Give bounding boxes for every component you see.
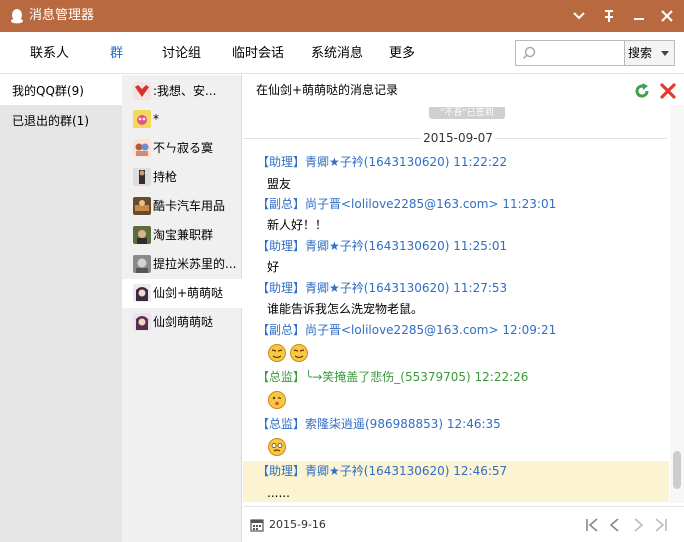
group-avatar [133,82,151,100]
message-header: 【助理】青卿★子衿(1643130620) 12:46:57 [257,464,508,478]
group-item[interactable]: 淘宝兼职群 [122,221,242,250]
left-nav-exited-groups[interactable]: 已退出的群(1) [0,105,122,135]
title-bar: 消息管理器 [0,0,684,32]
scrollbar[interactable] [670,105,684,503]
scrollbar-thumb[interactable] [673,451,681,489]
message-history-panel: 在仙剑+萌萌哒的消息记录 "不吾"已签到 2015-09-07 【助理】青卿★子… [243,75,684,542]
signin-notice: "不吾"已签到 [429,107,505,119]
group-name: :我想、安... [153,84,217,98]
message-header: 【副总】尚子晋<lolilove2285@163.com> 12:09:21 [257,323,557,337]
left-nav: 我的QQ群(9) 已退出的群(1) [0,75,122,542]
search-button[interactable]: 搜索 [625,40,675,66]
nav-bar: 联系人 群 讨论组 临时会话 系统消息 更多 搜索 [0,32,684,74]
emoji-icon [268,344,286,362]
close-icon[interactable] [657,6,677,26]
history-footer: 2015-9-16 [243,506,684,542]
group-name: 持枪 [153,170,178,184]
next-page-icon[interactable] [630,517,646,533]
group-item[interactable]: 不ㄣ寂る寞 [122,134,242,163]
group-avatar [133,284,151,302]
group-avatar [133,255,151,273]
tab-system-messages[interactable]: 系统消息 [311,46,363,62]
tab-discussions[interactable]: 讨论组 [162,46,201,62]
message-header: 【助理】青卿★子衿(1643130620) 11:25:01 [257,239,508,253]
tab-groups[interactable]: 群 [110,46,123,62]
divider [495,138,667,139]
group-item[interactable]: 提拉米苏里的... [122,250,242,279]
date-label: 2015-09-07 [423,131,493,145]
group-avatar [133,226,151,244]
group-name: * [153,112,159,126]
group-avatar [133,110,151,128]
group-name: 提拉米苏里的... [153,257,237,271]
tab-contacts[interactable]: 联系人 [30,46,69,62]
prev-page-icon[interactable] [607,517,623,533]
group-item[interactable]: 仙剑萌萌哒 [122,308,242,337]
emoji-icon [268,438,286,456]
message-list: "不吾"已签到 2015-09-07 【助理】青卿★子衿(1643130620)… [243,75,669,505]
window-title: 消息管理器 [29,8,95,23]
message-body: 新人好！！ [267,218,328,232]
group-item[interactable]: :我想、安... [122,77,242,106]
last-page-icon[interactable] [653,517,669,533]
minimize-icon[interactable] [629,6,649,26]
emoji-icon [290,344,308,362]
message-header: 【助理】青卿★子衿(1643130620) 11:22:22 [257,155,508,169]
divider [243,138,421,139]
group-avatar [133,168,151,186]
date-separator: 2015-09-07 [243,128,667,148]
search-box[interactable] [515,40,625,66]
group-name: 仙剑+萌萌哒 [153,286,224,300]
left-nav-my-groups[interactable]: 我的QQ群(9) [0,75,122,105]
group-list: :我想、安... * 不ㄣ寂る寞 持枪 酷卡汽车用品 淘宝兼职群 提拉米苏里的.… [122,75,242,542]
group-avatar [133,139,151,157]
group-name: 不ㄣ寂る寞 [153,141,214,155]
emoji-icon [268,391,286,409]
chevron-down-icon[interactable] [661,51,669,56]
message-body: 好 [267,260,280,274]
footer-date[interactable]: 2015-9-16 [269,518,326,532]
group-item[interactable]: 酷卡汽车用品 [122,192,242,221]
group-name: 淘宝兼职群 [153,228,214,242]
search-input[interactable] [540,44,620,62]
tab-more[interactable]: 更多 [389,46,415,62]
group-item[interactable]: 持枪 [122,163,242,192]
qq-penguin-icon [11,9,23,24]
group-item-selected[interactable]: 仙剑+萌萌哒 [122,279,242,308]
group-avatar [133,197,151,215]
message-header: 【总监】╰→笑掩盖了悲伤_(55379705) 12:22:26 [257,370,529,384]
calendar-icon[interactable] [250,518,264,532]
message-body: ...... [267,486,290,500]
group-avatar [133,313,151,331]
message-body: 谁能告诉我怎么洗宠物老鼠。 [267,302,424,316]
message-header: 【副总】尚子晋<lolilove2285@163.com> 11:23:01 [257,197,557,211]
group-name: 仙剑萌萌哒 [153,315,214,329]
message-header: 【总监】索隆柒逍遥(986988853) 12:46:35 [257,417,501,431]
pin-icon[interactable] [599,6,619,26]
tab-temp-sessions[interactable]: 临时会话 [232,46,284,62]
search-icon [522,46,536,60]
chevron-down-icon[interactable] [569,6,589,26]
group-item[interactable]: * [122,105,242,134]
message-header: 【助理】青卿★子衿(1643130620) 11:27:53 [257,281,508,295]
group-name: 酷卡汽车用品 [153,199,226,213]
message-body: 盟友 [267,177,292,191]
search-button-label: 搜索 [628,46,653,60]
first-page-icon[interactable] [584,517,600,533]
